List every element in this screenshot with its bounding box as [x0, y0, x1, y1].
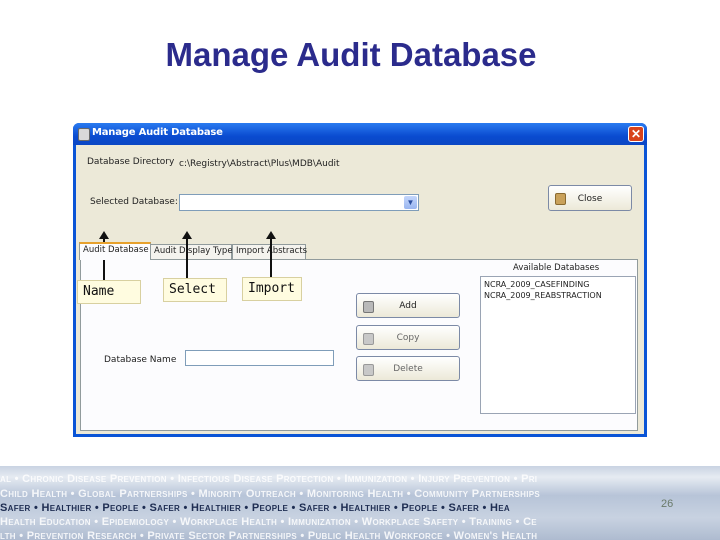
manage-audit-database-window: Manage Audit Database ✕ Database Directo…: [73, 123, 647, 437]
footer-band: al • Chronic Disease Prevention • Infect…: [0, 466, 720, 540]
slide-title: Manage Audit Database: [165, 36, 537, 73]
footer-line: Child Health • Global Partnerships • Min…: [0, 488, 541, 500]
database-directory-label: Database Directory: [87, 157, 175, 167]
list-item[interactable]: NCRA_2009_REABSTRACTION: [484, 291, 602, 300]
copy-button[interactable]: Copy: [356, 325, 460, 350]
callout-name: Name: [77, 280, 141, 304]
window-titlebar[interactable]: Manage Audit Database ✕: [73, 123, 647, 145]
selected-database-combo[interactable]: ▼: [179, 194, 419, 211]
callout-select: Select: [163, 278, 227, 302]
tab-audit-database[interactable]: Audit Database: [79, 242, 151, 260]
footer-line: Health Education • Epidemiology • Workpl…: [0, 516, 537, 528]
close-button-label: Close: [577, 194, 603, 204]
available-databases-label: Available Databases: [513, 263, 600, 273]
close-button[interactable]: Close: [548, 185, 632, 211]
database-icon: [78, 128, 90, 141]
copy-button-label: Copy: [396, 333, 420, 343]
add-button-label: Add: [399, 301, 417, 311]
footer-line: lth • Prevention Research • Private Sect…: [0, 530, 538, 540]
database-name-label: Database Name: [104, 355, 177, 365]
available-databases-list[interactable]: NCRA_2009_CASEFINDING NCRA_2009_REABSTRA…: [480, 276, 636, 414]
footer-line: al • Chronic Disease Prevention • Infect…: [0, 473, 538, 485]
arrow-up-icon: [99, 231, 109, 239]
slide-number: 26: [661, 498, 674, 510]
arrow-up-icon: [182, 231, 192, 239]
add-button[interactable]: Add: [356, 293, 460, 318]
list-item[interactable]: NCRA_2009_CASEFINDING: [484, 280, 589, 289]
callout-import: Import: [242, 277, 302, 301]
chevron-down-icon[interactable]: ▼: [404, 196, 417, 209]
selected-database-label: Selected Database:: [90, 197, 178, 207]
dialog-client-area: Database Directory c:\Registry\Abstract\…: [76, 145, 644, 434]
tab-audit-display-type[interactable]: Audit Display Type: [150, 244, 233, 259]
delete-button[interactable]: Delete: [356, 356, 460, 381]
callout-select-arrow: [186, 237, 188, 278]
window-close-button[interactable]: ✕: [628, 126, 644, 142]
database-name-input[interactable]: [185, 350, 334, 366]
footer-line: Safer • Healthier • People • Safer • Hea…: [0, 502, 510, 514]
delete-button-label: Delete: [393, 364, 423, 374]
callout-import-arrow: [270, 237, 272, 277]
database-directory-value: c:\Registry\Abstract\Plus\MDB\Audit: [179, 159, 340, 169]
tab-import-abstracts[interactable]: Import Abstracts: [232, 244, 307, 259]
window-title: Manage Audit Database: [92, 127, 223, 138]
arrow-up-icon: [266, 231, 276, 239]
